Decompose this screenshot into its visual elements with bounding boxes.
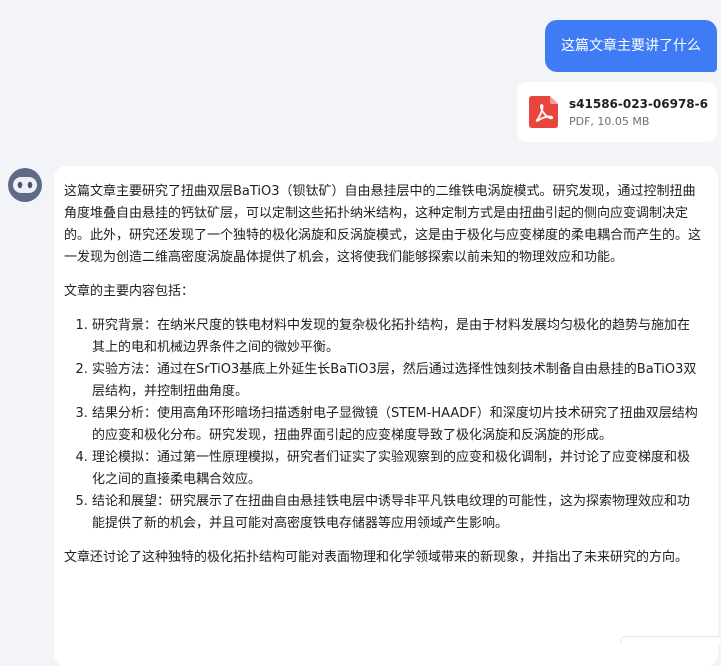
- attachment-card[interactable]: s41586-023-06978-6 PDF, 10.05 MB: [517, 82, 717, 142]
- attachment-file-name: s41586-023-06978-6: [569, 96, 708, 111]
- list-item: 结论和展望：研究展示了在扭曲自由悬挂铁电层中诱导非平凡铁电纹理的可能性，这为探索…: [92, 491, 702, 535]
- list-item: 实验方法：通过在SrTiO3基底上外延生长BaTiO3层，然后通过选择性蚀刻技术…: [92, 359, 702, 403]
- user-message-bubble: 这篇文章主要讲了什么: [545, 20, 717, 72]
- assistant-answer: 这篇文章主要研究了扭曲双层BaTiO3（钡钛矿）自由悬挂层中的二维铁电涡旋模式。…: [54, 166, 718, 666]
- bot-avatar-icon: [8, 168, 42, 202]
- answer-intro: 文章的主要内容包括：: [64, 284, 195, 299]
- attachment-file-meta: PDF, 10.05 MB: [569, 114, 650, 128]
- list-item: 研究背景：在纳米尺度的铁电材料中发现的复杂极化拓扑结构，是由于材料发展均匀极化的…: [92, 315, 702, 359]
- pdf-icon: [529, 96, 558, 128]
- answer-points-list: 研究背景：在纳米尺度的铁电材料中发现的复杂极化拓扑结构，是由于材料发展均匀极化的…: [64, 315, 702, 535]
- answer-conclusion: 文章还讨论了这种独特的极化拓扑结构可能对表面物理和化学领域带来的新现象，并指出了…: [64, 550, 689, 565]
- list-item: 结果分析：使用高角环形暗场扫描透射电子显微镜（STEM-HAADF）和深度切片技…: [92, 403, 702, 447]
- list-item: 理论模拟：通过第一性原理模拟，研究者们证实了实验观察到的应变和极化调制，并讨论了…: [92, 447, 702, 491]
- answer-summary: 这篇文章主要研究了扭曲双层BaTiO3（钡钛矿）自由悬挂层中的二维铁电涡旋模式。…: [64, 184, 702, 265]
- partial-panel-edge: [620, 636, 721, 643]
